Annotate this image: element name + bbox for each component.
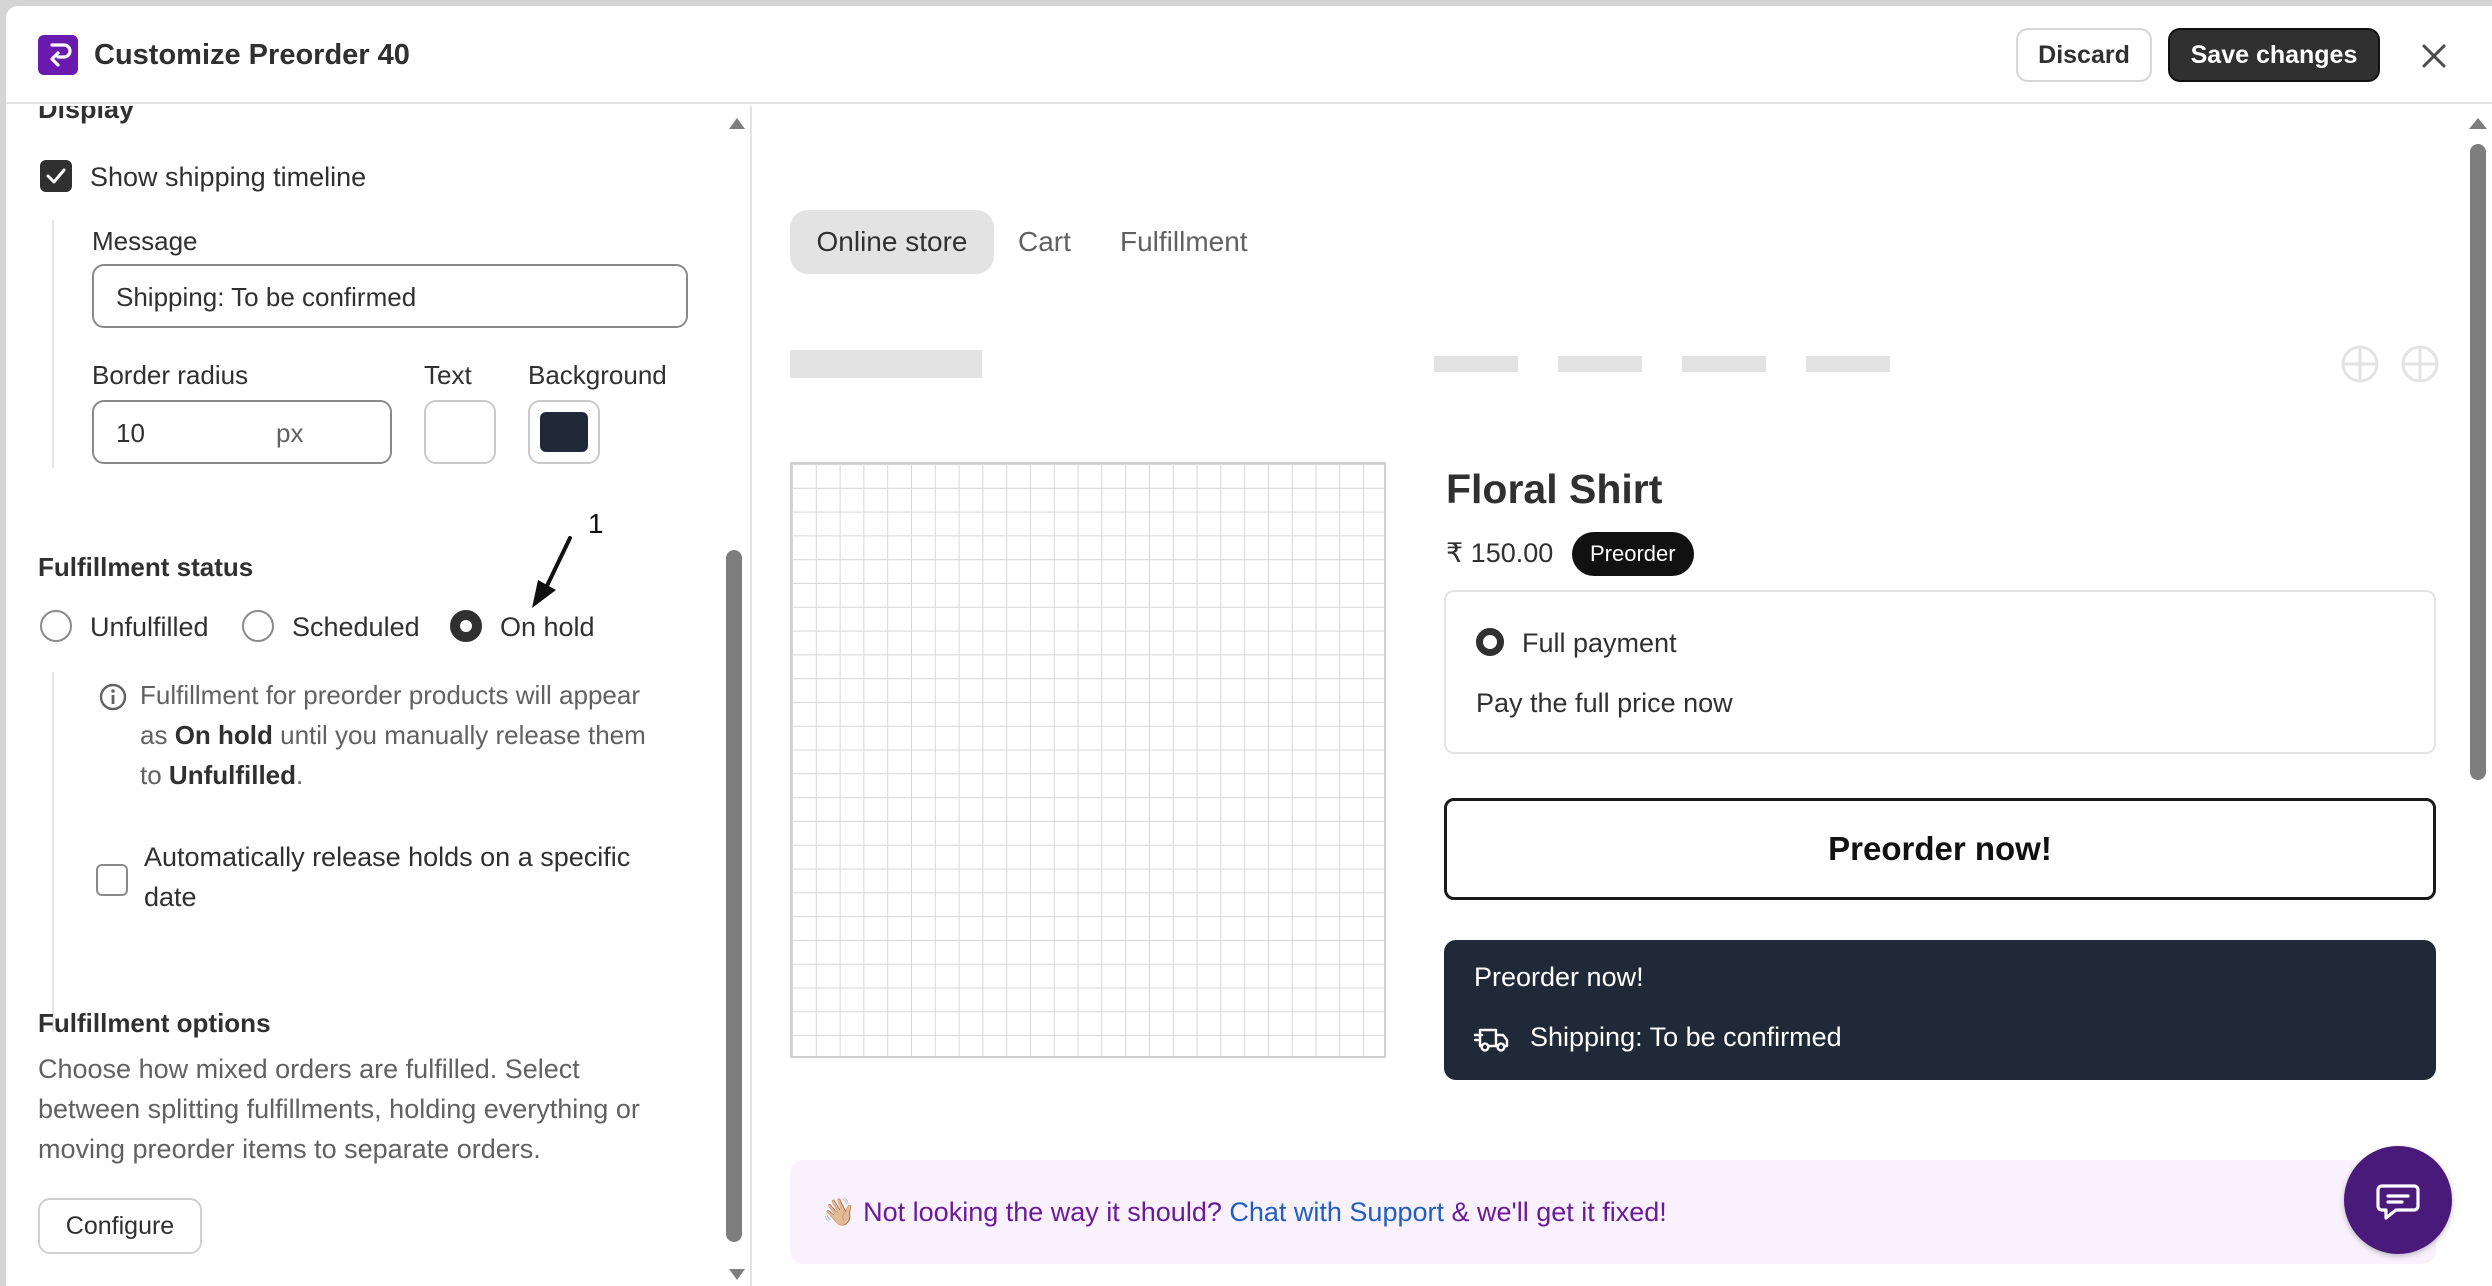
scroll-down-icon[interactable] xyxy=(728,1268,746,1282)
skeleton-search-icon xyxy=(2341,345,2379,383)
skeleton-nav-item xyxy=(1806,356,1890,372)
border-radius-value: 10 xyxy=(116,418,145,448)
discard-button[interactable]: Discard xyxy=(2016,28,2152,82)
indent-line-2 xyxy=(52,672,54,1032)
tab-online-store[interactable]: Online store xyxy=(790,210,994,274)
border-radius-label: Border radius xyxy=(92,360,249,390)
shipping-card-title: Preorder now! xyxy=(1474,962,1644,992)
show-shipping-timeline-checkbox[interactable] xyxy=(40,160,72,192)
radio-on-hold-label: On hold xyxy=(500,612,595,642)
background-color-label: Background xyxy=(528,360,667,390)
support-banner: 👋🏼 Not looking the way it should? Chat w… xyxy=(790,1160,2436,1264)
skeleton-cart-icon xyxy=(2401,345,2439,383)
fulfillment-status-title: Fulfillment status xyxy=(38,552,254,582)
full-payment-label: Full payment xyxy=(1522,628,1677,658)
radio-unfulfilled-label: Unfulfilled xyxy=(90,612,209,642)
close-icon[interactable] xyxy=(2418,40,2450,72)
message-input[interactable]: Shipping: To be confirmed xyxy=(92,264,688,328)
skeleton-nav-item xyxy=(1434,356,1518,372)
left-scrollbar-thumb[interactable] xyxy=(726,550,742,1242)
skeleton-nav-item xyxy=(1558,356,1642,372)
section-title-display: Display xyxy=(38,106,135,124)
border-radius-unit: px xyxy=(276,418,304,448)
modal-header: Customize Preorder 40 Discard Save chang… xyxy=(6,6,2492,104)
radio-scheduled[interactable] xyxy=(242,610,274,642)
preview-panel[interactable]: Online store Cart Fulfillment Floral Shi… xyxy=(754,106,2492,1286)
text-color-label: Text xyxy=(424,360,472,390)
info-icon xyxy=(99,683,127,711)
show-shipping-timeline-label: Show shipping timeline xyxy=(90,162,367,192)
fulfillment-options-title: Fulfillment options xyxy=(38,1008,271,1038)
text-color-swatch[interactable] xyxy=(424,400,496,464)
app-logo-icon xyxy=(38,35,78,75)
fulfillment-options-desc-3: moving preorder items to separate orders… xyxy=(38,1134,541,1164)
shipping-message-card: Preorder now! Shipping: To be confirmed xyxy=(1444,940,2436,1080)
info-bold-unfulfilled: Unfulfilled xyxy=(168,760,297,790)
info-line-2: as On hold until you manually release th… xyxy=(140,720,646,750)
auto-release-label-2: date xyxy=(144,882,197,912)
truck-icon xyxy=(1474,1028,1509,1052)
tab-cart[interactable]: Cart xyxy=(1018,210,1071,274)
preorder-now-button[interactable]: Preorder now! xyxy=(1444,798,2436,900)
radio-on-hold[interactable] xyxy=(450,610,482,642)
tab-fulfillment[interactable]: Fulfillment xyxy=(1120,210,1248,274)
preview-scroll-up-icon[interactable] xyxy=(2468,116,2488,130)
radio-scheduled-label: Scheduled xyxy=(292,612,420,642)
chat-bubble-icon xyxy=(2376,1184,2420,1220)
chat-with-support-link[interactable]: Chat with Support xyxy=(1229,1197,1444,1227)
product-image-placeholder xyxy=(790,462,1386,1058)
background-color-picker[interactable] xyxy=(528,400,600,464)
chat-support-button[interactable] xyxy=(2344,1146,2452,1254)
modal-window: Customize Preorder 40 Discard Save chang… xyxy=(6,6,2492,1286)
message-input-value: Shipping: To be confirmed xyxy=(116,282,417,312)
border-radius-input[interactable]: 10 px xyxy=(92,400,392,464)
product-price: ₹ 150.00 xyxy=(1446,538,1554,568)
checkmark-icon xyxy=(46,168,66,184)
support-banner-text: 👋🏼 Not looking the way it should? Chat w… xyxy=(822,1197,1667,1227)
skeleton-nav-item xyxy=(1682,356,1766,372)
message-label: Message xyxy=(92,226,198,256)
preview-scrollbar-thumb[interactable] xyxy=(2470,144,2486,780)
info-line-3: to Unfulfilled. xyxy=(140,760,304,790)
info-bold-on-hold: On hold xyxy=(174,720,273,750)
scroll-up-icon[interactable] xyxy=(728,116,746,130)
full-payment-radio[interactable] xyxy=(1476,628,1504,656)
settings-panel[interactable]: Display Show shipping timeline Message S… xyxy=(6,106,752,1286)
payment-option-card[interactable]: Full payment Pay the full price now xyxy=(1444,590,2436,754)
full-payment-desc: Pay the full price now xyxy=(1476,688,1733,718)
annotation-number: 1 xyxy=(588,508,604,539)
product-name: Floral Shirt xyxy=(1446,466,1663,512)
fulfillment-options-desc-1: Choose how mixed orders are fulfilled. S… xyxy=(38,1054,580,1084)
auto-release-checkbox[interactable] xyxy=(96,864,128,896)
fulfillment-options-desc-2: between splitting fulfillments, holding … xyxy=(38,1094,640,1124)
configure-button[interactable]: Configure xyxy=(38,1198,202,1254)
background-color-swatch xyxy=(540,412,588,452)
radio-unfulfilled[interactable] xyxy=(40,610,72,642)
wave-emoji-icon: 👋🏼 xyxy=(822,1197,856,1227)
modal-title: Customize Preorder 40 xyxy=(94,39,410,71)
shipping-card-message: Shipping: To be confirmed xyxy=(1530,1022,1842,1052)
preorder-badge: Preorder xyxy=(1572,532,1694,576)
info-line-1: Fulfillment for preorder products will a… xyxy=(140,680,640,710)
auto-release-label-1: Automatically release holds on a specifi… xyxy=(144,842,631,872)
annotation-arrow-icon xyxy=(532,536,572,608)
skeleton-store-logo xyxy=(790,350,982,378)
save-changes-button[interactable]: Save changes xyxy=(2168,28,2380,82)
indent-line xyxy=(52,220,54,468)
